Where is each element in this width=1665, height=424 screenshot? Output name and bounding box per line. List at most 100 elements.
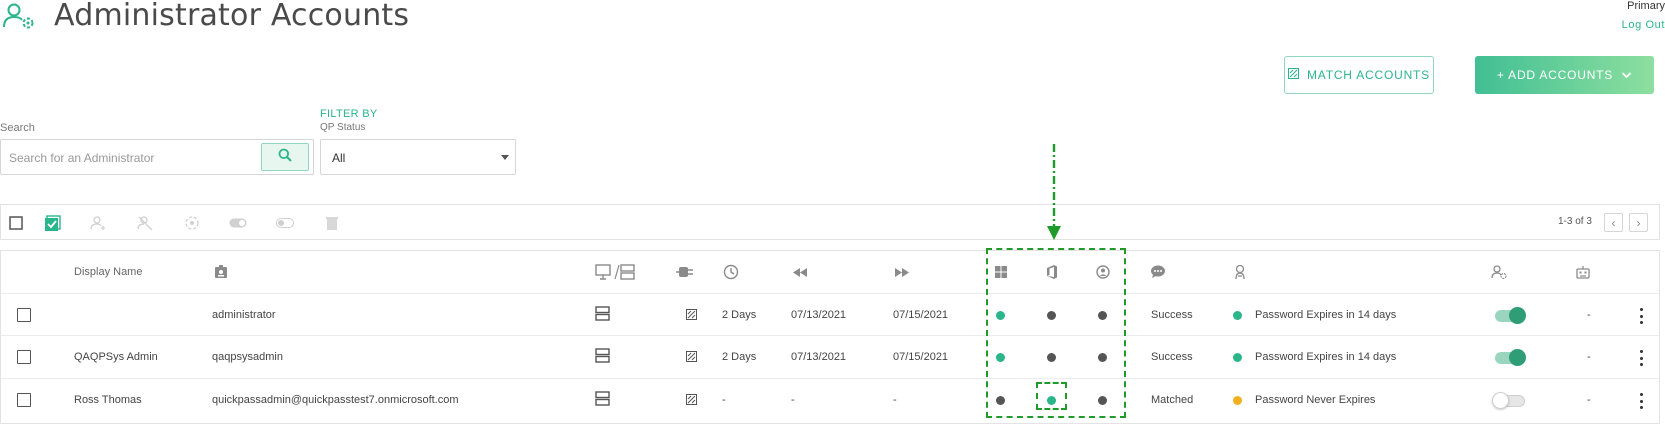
toggle-knob (1492, 392, 1509, 409)
admin-icon (1490, 263, 1508, 281)
server-icon (595, 391, 610, 411)
username-cell: qaqpsysadmin (212, 351, 283, 363)
search-input[interactable] (9, 148, 249, 168)
last-reset-cell: - (791, 394, 795, 406)
azure-status-dot (1098, 311, 1107, 320)
toggle-on-icon[interactable] (229, 214, 247, 232)
toggle-knob (1509, 307, 1526, 324)
status-cell: Success (1151, 309, 1193, 321)
add-accounts-button[interactable]: + ADD ACCOUNTS (1475, 56, 1654, 94)
admin-cell: - (1587, 351, 1591, 363)
search-label: Search (0, 122, 35, 134)
search-icon (278, 148, 292, 167)
more-options-icon[interactable] (1635, 393, 1647, 409)
qp-status-value: All (332, 151, 346, 165)
clock-icon (722, 263, 740, 281)
interval-cell: 2 Days (722, 309, 757, 321)
select-all-checkbox[interactable] (7, 214, 25, 232)
id-badge-icon (212, 263, 230, 281)
trash-icon[interactable] (323, 214, 341, 232)
page-title: Administrator Accounts (54, 0, 410, 33)
reset-icon[interactable] (183, 214, 201, 232)
password-cell: Password Expires in 14 days (1255, 309, 1397, 321)
disabled-sync-icon (686, 392, 697, 410)
password-cell: Password Never Expires (1255, 394, 1376, 406)
office-status-dot (1047, 311, 1056, 320)
azure-status-dot (1098, 396, 1107, 405)
logout-link[interactable]: Log Out (1622, 19, 1665, 31)
remove-user-icon[interactable] (136, 214, 154, 232)
password-status-dot (1233, 396, 1242, 405)
toggle-off-icon[interactable] (276, 214, 294, 232)
next-reset-cell: 07/15/2021 (893, 351, 949, 363)
windows-icon (992, 263, 1010, 281)
username-cell: administrator (212, 309, 276, 321)
azure-user-icon (1094, 263, 1112, 281)
interval-cell: 2 Days (722, 351, 757, 363)
row-checkbox[interactable] (17, 308, 31, 322)
password-icon (1231, 263, 1249, 281)
password-cell: Password Expires in 14 days (1255, 351, 1397, 363)
password-status-dot (1233, 353, 1242, 362)
plug-icon (676, 263, 694, 281)
server-icon (595, 348, 610, 368)
disabled-sync-icon (686, 307, 697, 325)
password-status-dot (1233, 311, 1242, 320)
windows-status-dot (996, 396, 1005, 405)
last-reset-cell: 07/13/2021 (791, 351, 847, 363)
add-user-icon[interactable] (89, 214, 107, 232)
chat-icon (1149, 263, 1167, 281)
enabled-toggle[interactable] (1495, 307, 1526, 324)
column-header-display-name[interactable]: Display Name (74, 266, 142, 278)
windows-status-dot (996, 311, 1005, 320)
row-divider (1, 378, 1659, 379)
admin-cell: - (1587, 309, 1591, 321)
display-name-cell: QAQPSys Admin (74, 351, 158, 363)
username-cell: quickpassadmin@quickpasstest7.onmicrosof… (212, 394, 459, 406)
row-divider (1, 293, 1659, 294)
windows-status-dot (996, 353, 1005, 362)
admin-user-gear-icon (2, 2, 36, 30)
next-reset-cell: - (893, 394, 897, 406)
more-options-icon[interactable] (1635, 350, 1647, 366)
rewind-icon (791, 263, 809, 281)
bulk-select-icon[interactable] (43, 214, 61, 232)
enabled-toggle[interactable] (1495, 349, 1526, 366)
row-divider (1, 335, 1659, 336)
robot-icon (1574, 263, 1592, 281)
status-cell: Success (1151, 351, 1193, 363)
azure-status-dot (1098, 353, 1107, 362)
match-icon (1288, 68, 1299, 82)
prev-page-button[interactable]: ‹ (1604, 213, 1623, 232)
fast-forward-icon (893, 263, 911, 281)
toggle-knob (1509, 349, 1526, 366)
search-button[interactable] (261, 143, 309, 171)
office-status-dot (1047, 353, 1056, 362)
next-reset-cell: 07/15/2021 (893, 309, 949, 321)
next-page-button[interactable]: › (1629, 213, 1648, 232)
admin-accounts-table: Display Name administrator 2 Days 07/13/… (0, 250, 1660, 424)
display-name-cell: Ross Thomas (74, 394, 142, 406)
row-checkbox[interactable] (17, 350, 31, 364)
device-server-icon (595, 263, 635, 281)
filter-label: QP Status (320, 122, 366, 133)
interval-cell: - (722, 394, 726, 406)
enabled-toggle[interactable] (1492, 392, 1525, 409)
status-cell: Matched (1151, 394, 1194, 406)
row-checkbox[interactable] (17, 393, 31, 407)
page-count: 1-3 of 3 (1558, 216, 1592, 227)
add-accounts-label: + ADD ACCOUNTS (1496, 68, 1614, 82)
server-icon (595, 306, 610, 326)
last-reset-cell: 07/13/2021 (791, 309, 847, 321)
caret-down-icon (501, 155, 509, 160)
match-accounts-button[interactable]: MATCH ACCOUNTS (1284, 56, 1434, 94)
bulk-toolbar: 1-3 of 3 ‹ › (0, 204, 1660, 240)
office-status-dot (1047, 396, 1056, 405)
qp-status-select[interactable]: All (320, 139, 516, 175)
match-accounts-label: MATCH ACCOUNTS (1307, 68, 1430, 82)
chevron-down-icon (1621, 68, 1632, 82)
filter-heading: FILTER BY (320, 108, 378, 120)
disabled-sync-icon (686, 349, 697, 367)
office-icon (1043, 263, 1061, 281)
more-options-icon[interactable] (1635, 308, 1647, 324)
